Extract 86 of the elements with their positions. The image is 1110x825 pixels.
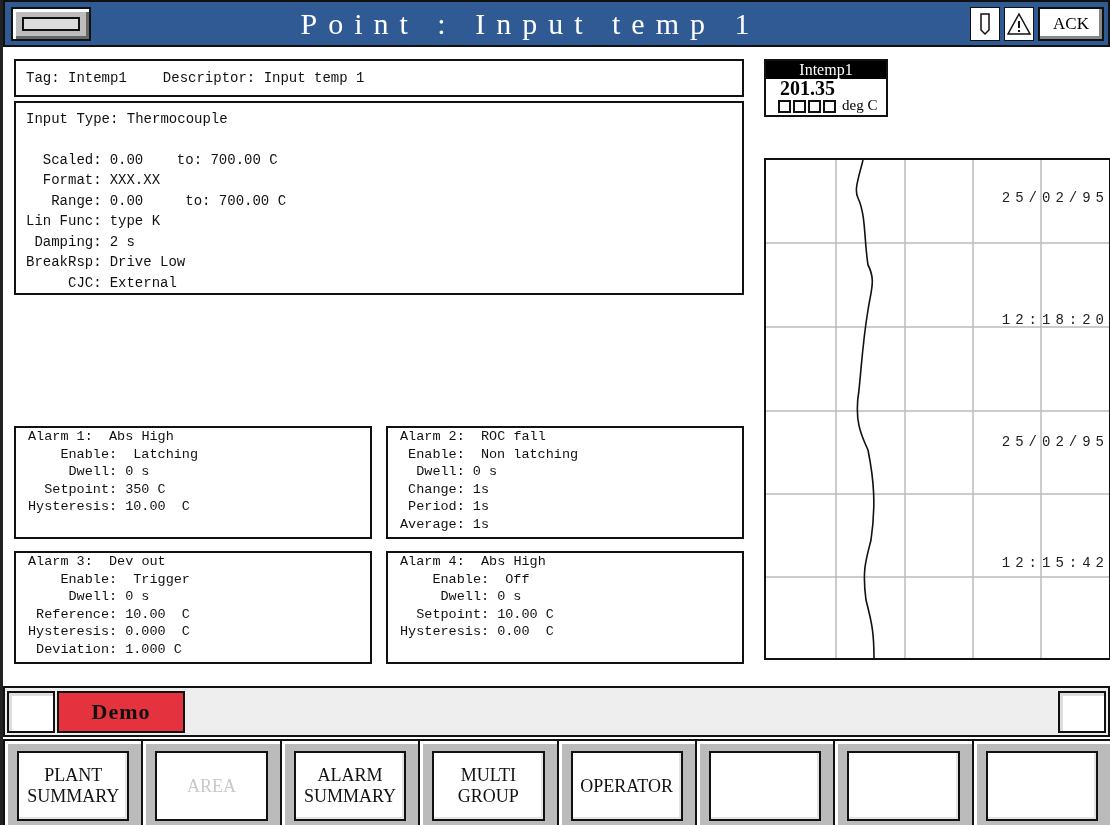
field-value: 1s bbox=[472, 515, 490, 534]
field-value: Drive Low bbox=[109, 253, 187, 272]
field-label: Enable: bbox=[431, 570, 490, 589]
field-label: BreakRsp: bbox=[26, 253, 102, 272]
field-label: Hysteresis: bbox=[400, 623, 490, 641]
field-value: 0.00 C bbox=[497, 623, 554, 641]
tag-text: Tag: Intemp1 bbox=[26, 68, 127, 88]
field-label: Dwell: bbox=[67, 588, 118, 606]
field-value: 1.000 C bbox=[125, 640, 183, 659]
field-value: 0.00 to: 700.00 C bbox=[109, 191, 287, 211]
warning-icon bbox=[1007, 11, 1031, 36]
function-key[interactable]: OPERATOR bbox=[570, 751, 683, 821]
field-label: Hysteresis: bbox=[28, 623, 118, 641]
warning-button[interactable] bbox=[1004, 6, 1034, 41]
field-label: Damping: bbox=[33, 232, 102, 252]
field-value: 1s bbox=[472, 498, 490, 516]
field-label: Format: bbox=[41, 171, 102, 190]
field-value: 350 C bbox=[125, 480, 167, 499]
input-type-text: Input Type: Thermocouple bbox=[26, 111, 228, 127]
mode-indicator: Demo bbox=[57, 690, 185, 733]
field-label: Setpoint: bbox=[43, 480, 118, 499]
field-label: Setpoint: bbox=[415, 605, 490, 624]
window-menu-button[interactable] bbox=[11, 6, 91, 41]
field-label: Change: bbox=[407, 480, 465, 499]
alarm-heading: Alarm 1: Abs High bbox=[28, 428, 175, 446]
field-label: Period: bbox=[407, 498, 465, 516]
readout-unit: deg C bbox=[842, 97, 878, 113]
field-label: Hysteresis: bbox=[28, 498, 118, 516]
alarm-heading: Alarm 4: Abs High bbox=[400, 553, 547, 571]
bar-icon bbox=[21, 14, 81, 33]
square-icon bbox=[793, 100, 806, 113]
field-value: 0 s bbox=[125, 588, 151, 606]
field-value: Off bbox=[504, 570, 531, 589]
square-icon bbox=[778, 100, 791, 113]
field-label: Deviation: bbox=[35, 640, 118, 659]
function-key[interactable]: MULTI GROUP bbox=[432, 751, 545, 821]
field-value: 10.00 C bbox=[497, 605, 554, 624]
field-label: CJC: bbox=[67, 273, 102, 293]
readout-tag: Intemp1 bbox=[766, 61, 886, 79]
trend-time-label: 25/02/95 bbox=[1001, 434, 1109, 450]
trend-time-label: 25/02/95 bbox=[1001, 190, 1109, 206]
descriptor-text: Descriptor: Input temp 1 bbox=[162, 68, 365, 88]
field-label: Lin Func: bbox=[26, 212, 102, 231]
field-value: 0.00 to: 700.00 C bbox=[109, 150, 279, 170]
alarm-heading: Alarm 3: Dev out bbox=[28, 553, 167, 571]
tag-icon bbox=[979, 11, 991, 36]
field-label: Range: bbox=[50, 191, 102, 211]
field-label: Average: bbox=[400, 515, 465, 534]
field-label: Enable: bbox=[59, 445, 118, 464]
field-label: Reference: bbox=[35, 605, 118, 624]
field-value: 0 s bbox=[497, 588, 523, 606]
field-label: Dwell: bbox=[67, 463, 118, 481]
readout-value: 201.35 bbox=[779, 79, 835, 97]
ack-button[interactable]: ACK bbox=[1038, 6, 1104, 41]
field-label: Scaled: bbox=[41, 150, 102, 170]
window-title: Point : Input temp 1 bbox=[299, 6, 762, 41]
alarm-heading: Alarm 2: ROC fall bbox=[400, 428, 547, 446]
field-label: Enable: bbox=[407, 445, 465, 464]
trend-time-label: 12:18:20 bbox=[1001, 312, 1109, 328]
field-value: External bbox=[109, 273, 178, 293]
field-value: 10.00 C bbox=[125, 605, 190, 624]
function-key[interactable] bbox=[985, 751, 1098, 821]
field-label: Dwell: bbox=[415, 463, 465, 481]
field-value: Non latching bbox=[479, 445, 579, 464]
function-key[interactable]: ALARM SUMMARY bbox=[293, 751, 407, 821]
status-button[interactable] bbox=[7, 690, 55, 733]
field-label: Enable: bbox=[59, 570, 118, 589]
field-value: XXX.XX bbox=[109, 171, 162, 190]
square-icon bbox=[808, 100, 821, 113]
field-value: type K bbox=[109, 212, 162, 231]
square-icon bbox=[823, 100, 836, 113]
trend-time-label: 12:15:42 bbox=[1001, 555, 1109, 571]
field-value: Trigger bbox=[132, 570, 190, 589]
function-key[interactable] bbox=[708, 751, 822, 821]
field-value: 10.00 C bbox=[125, 498, 191, 516]
field-value: 0 s bbox=[472, 463, 499, 481]
field-value: Latching bbox=[132, 445, 199, 464]
function-key[interactable] bbox=[847, 751, 960, 821]
tag-button[interactable] bbox=[970, 6, 1000, 41]
field-value: 2 s bbox=[109, 232, 136, 252]
field-value: 0 s bbox=[125, 463, 151, 481]
field-label: Dwell: bbox=[439, 588, 490, 606]
function-key[interactable]: PLANT SUMMARY bbox=[17, 751, 130, 821]
field-value: 1s bbox=[472, 480, 490, 499]
status-button[interactable] bbox=[1058, 690, 1106, 733]
field-value: 0.000 C bbox=[125, 623, 190, 641]
